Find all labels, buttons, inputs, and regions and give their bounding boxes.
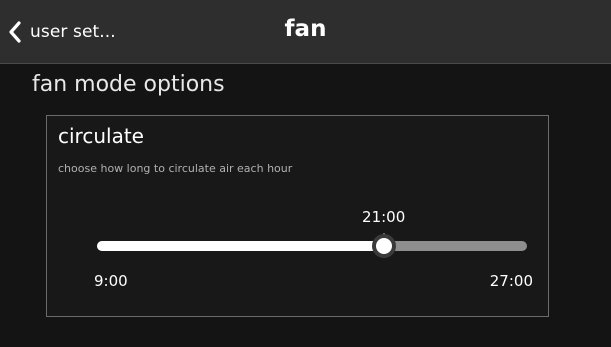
thermostat-screen: user set... fan fan mode options circula… bbox=[0, 0, 611, 347]
circulate-description: choose how long to circulate air each ho… bbox=[58, 162, 293, 175]
page-title: fan bbox=[284, 16, 327, 42]
section-heading: fan mode options bbox=[32, 72, 225, 97]
circulate-title: circulate bbox=[58, 124, 144, 148]
circulate-slider-track[interactable] bbox=[97, 241, 527, 251]
slider-min-label: 9:00 bbox=[94, 272, 128, 290]
circulate-panel: circulate choose how long to circulate a… bbox=[46, 115, 549, 317]
slider-max-label: 27:00 bbox=[489, 272, 533, 290]
header-bar: user set... fan bbox=[0, 0, 611, 64]
circulate-slider-thumb[interactable] bbox=[371, 234, 396, 258]
slider-value-label: 21:00 bbox=[362, 208, 406, 226]
circulate-slider-fill bbox=[97, 241, 384, 251]
